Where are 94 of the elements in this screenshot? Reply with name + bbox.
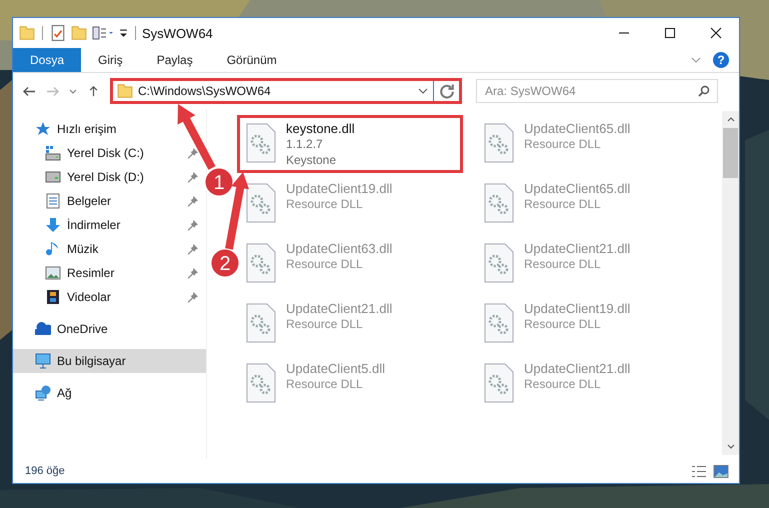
ribbon-tab[interactable]: Dosya	[13, 48, 82, 72]
up-arrow-icon[interactable]	[87, 86, 100, 96]
help-icon[interactable]: ?	[713, 52, 729, 68]
file-name: UpdateClient19.dll	[286, 181, 392, 196]
scroll-thumb[interactable]	[723, 128, 738, 178]
sidebar-item[interactable]: Resimler	[41, 261, 118, 285]
search-field[interactable]: Ara: SysWOW64	[476, 79, 718, 103]
gear-file-icon[interactable]	[484, 243, 514, 283]
scrollbar[interactable]	[722, 111, 739, 455]
gear-file-icon[interactable]	[484, 123, 514, 163]
chevron-down-icon[interactable]	[69, 88, 77, 94]
address-field[interactable]: C:\Windows\SysWOW64	[110, 78, 462, 104]
file-detail: Resource DLL	[524, 196, 601, 212]
file-detail: 1.1.2.7	[286, 136, 323, 152]
gear-file-icon[interactable]	[484, 183, 514, 223]
file-detail: Resource DLL	[524, 136, 601, 152]
details-view-icon[interactable]	[691, 464, 707, 478]
file-detail: Resource DLL	[524, 376, 601, 392]
sidebar-item[interactable]: İndirmeler	[41, 213, 124, 237]
pin-icon[interactable]	[187, 148, 198, 158]
file-detail: Resource DLL	[524, 256, 601, 272]
scroll-down-icon[interactable]	[726, 444, 734, 449]
sidebar-item[interactable]: Yerel Disk (D:)	[41, 165, 148, 189]
chevron-down-icon[interactable]	[418, 88, 428, 94]
pin-icon[interactable]	[187, 244, 198, 254]
folder-icon[interactable]	[71, 25, 87, 41]
gear-file-icon[interactable]	[484, 303, 514, 343]
pin-icon[interactable]	[187, 196, 198, 206]
gear-file-icon[interactable]	[246, 123, 276, 163]
refresh-icon[interactable]	[439, 83, 455, 99]
sidebar-item[interactable]: OneDrive	[31, 317, 112, 341]
ribbon-tab[interactable]: Giriş	[81, 48, 140, 72]
cloud-icon	[35, 321, 51, 337]
step-badge: 2	[210, 248, 240, 278]
scroll-up-icon[interactable]	[726, 117, 734, 122]
pin-icon[interactable]	[187, 268, 198, 278]
step-badge: 1	[204, 168, 234, 196]
film-icon	[45, 289, 61, 305]
maximize-icon[interactable]	[664, 27, 676, 39]
file-detail: Resource DLL	[286, 316, 363, 332]
sidebar-item[interactable]: Yerel Disk (C:)	[41, 141, 148, 165]
file-name: UpdateClient65.dll	[524, 121, 630, 136]
network-icon	[35, 385, 51, 401]
file-name: UpdateClient63.dll	[286, 241, 392, 256]
file-detail: Keystone	[286, 152, 336, 168]
large-icons-view-icon[interactable]	[713, 464, 729, 478]
pin-icon[interactable]	[187, 292, 198, 302]
file-name: UpdateClient21.dll	[524, 241, 630, 256]
back-arrow-icon[interactable]	[23, 86, 36, 96]
sidebar-item[interactable]: Hızlı erişim	[31, 117, 120, 141]
file-name: UpdateClient19.dll	[524, 301, 630, 316]
properties-icon[interactable]	[92, 26, 114, 40]
monitor-icon	[35, 353, 51, 369]
ribbon-tab[interactable]: Paylaş	[140, 48, 210, 72]
file-name: UpdateClient65.dll	[524, 181, 630, 196]
file-detail: Resource DLL	[286, 256, 363, 272]
sidebar-item[interactable]: Videolar	[41, 285, 115, 309]
drive-icon	[45, 145, 61, 161]
image-icon	[45, 265, 61, 281]
gear-file-icon[interactable]	[484, 363, 514, 403]
window-title: SysWOW64	[142, 26, 213, 40]
highlighted-file-item[interactable]: keystone.dll 1.1.2.7 Keystone	[237, 115, 463, 173]
gear-file-icon[interactable]	[246, 303, 276, 343]
close-icon[interactable]	[710, 27, 722, 39]
folder-icon	[117, 83, 133, 99]
file-name: UpdateClient21.dll	[524, 361, 630, 376]
sidebar-item[interactable]: Müzik	[41, 237, 102, 261]
gear-file-icon[interactable]	[246, 243, 276, 283]
pin-icon[interactable]	[187, 172, 198, 182]
callout-arrow	[178, 104, 216, 170]
document-icon	[45, 193, 61, 209]
gear-file-icon[interactable]	[246, 363, 276, 403]
dropdown-icon[interactable]	[119, 28, 128, 38]
file-detail: Resource DLL	[286, 376, 363, 392]
file-name: UpdateClient5.dll	[286, 361, 386, 376]
pin-icon[interactable]	[187, 220, 198, 230]
search-icon[interactable]	[698, 85, 710, 97]
item-count: 196 öğe	[25, 465, 65, 477]
drive-icon	[45, 169, 61, 185]
ribbon-tab[interactable]: Görünüm	[210, 48, 294, 72]
sidebar-item[interactable]: Bu bilgisayar	[13, 349, 206, 373]
music-note-icon	[45, 241, 61, 257]
file-name: UpdateClient21.dll	[286, 301, 392, 316]
sidebar-item[interactable]: Belgeler	[41, 189, 116, 213]
folder-icon[interactable]	[19, 25, 35, 41]
sidebar-item[interactable]: Ağ	[31, 381, 76, 405]
star-icon	[35, 121, 51, 137]
forward-arrow-icon[interactable]	[46, 86, 59, 96]
checklist-icon[interactable]	[50, 25, 66, 41]
file-detail: Resource DLL	[524, 316, 601, 332]
file-detail: Resource DLL	[286, 196, 363, 212]
gear-file-icon[interactable]	[246, 183, 276, 223]
file-name: keystone.dll	[286, 121, 355, 136]
down-arrow-icon	[45, 217, 61, 233]
